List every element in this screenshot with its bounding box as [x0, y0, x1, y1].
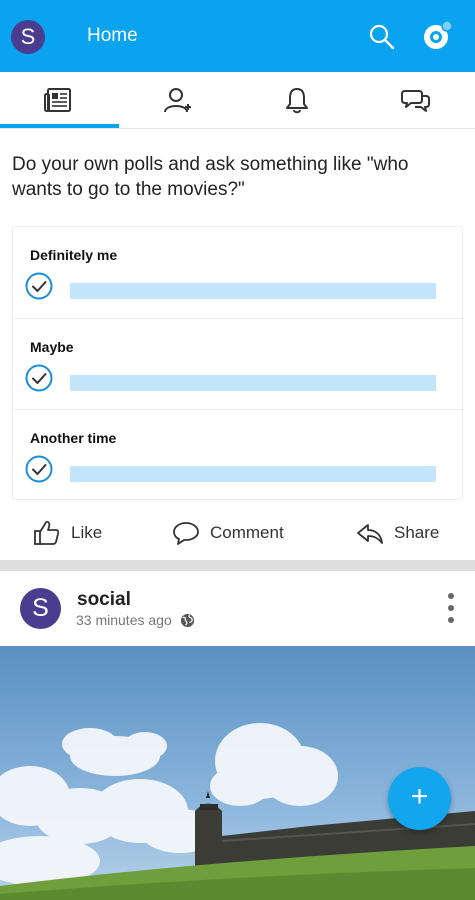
- tab-friends[interactable]: [119, 72, 237, 128]
- post-meta: 33 minutes ago: [76, 612, 195, 628]
- page-title: Home: [87, 25, 138, 46]
- user-avatar[interactable]: S: [11, 20, 45, 54]
- poll-option[interactable]: Definitely me: [13, 227, 462, 318]
- poll-result-bar: [70, 466, 436, 482]
- tab-bar: [0, 72, 475, 129]
- tab-newsfeed[interactable]: [0, 72, 118, 128]
- tab-messages[interactable]: [357, 72, 475, 128]
- check-circle-icon[interactable]: [25, 272, 53, 300]
- share-button[interactable]: Share: [356, 506, 439, 560]
- active-tab-indicator: [0, 124, 119, 128]
- globe-icon: [180, 613, 194, 627]
- more-vertical-icon[interactable]: [443, 591, 459, 625]
- poll-option[interactable]: Another time: [13, 409, 462, 500]
- post-divider: [0, 560, 475, 571]
- like-label: Like: [71, 523, 103, 542]
- author-avatar[interactable]: S: [20, 588, 61, 629]
- comment-button[interactable]: Comment: [172, 506, 284, 560]
- newspaper-icon: [44, 88, 71, 112]
- check-circle-icon[interactable]: [25, 455, 53, 483]
- post-text: Do your own polls and ask something like…: [12, 154, 409, 200]
- plus-icon: +: [410, 780, 429, 813]
- post-time: 33 minutes ago: [76, 612, 172, 628]
- author-name[interactable]: social: [77, 589, 131, 611]
- comment-icon: [173, 522, 199, 545]
- poll-result-fill: [70, 283, 436, 299]
- share-reply-icon: [357, 524, 383, 544]
- poll-result-bar: [70, 283, 436, 299]
- app-bar: S Home: [0, 0, 475, 72]
- comment-label: Comment: [210, 523, 284, 542]
- poll-option-label: Definitely me: [30, 247, 118, 263]
- poll: Definitely me Maybe Another time: [12, 226, 463, 500]
- poll-option-label: Another time: [30, 430, 117, 446]
- poll-result-bar: [70, 375, 436, 391]
- poll-result-fill: [70, 466, 436, 482]
- post-actions: Like Comment Share: [0, 506, 475, 560]
- add-person-icon: [164, 88, 191, 113]
- compose-fab[interactable]: +: [388, 767, 451, 830]
- notification-badge-icon[interactable]: [421, 20, 453, 52]
- poll-option-label: Maybe: [30, 339, 74, 355]
- chat-bubbles-icon: [401, 90, 430, 112]
- search-icon[interactable]: [368, 23, 396, 51]
- tab-notifications[interactable]: [238, 72, 356, 128]
- poll-result-fill: [70, 375, 436, 391]
- check-circle-icon[interactable]: [25, 364, 53, 392]
- like-button[interactable]: Like: [33, 506, 102, 560]
- bell-icon: [286, 88, 308, 114]
- thumbs-up-icon: [34, 520, 60, 545]
- poll-option[interactable]: Maybe: [13, 318, 462, 409]
- share-label: Share: [394, 523, 440, 542]
